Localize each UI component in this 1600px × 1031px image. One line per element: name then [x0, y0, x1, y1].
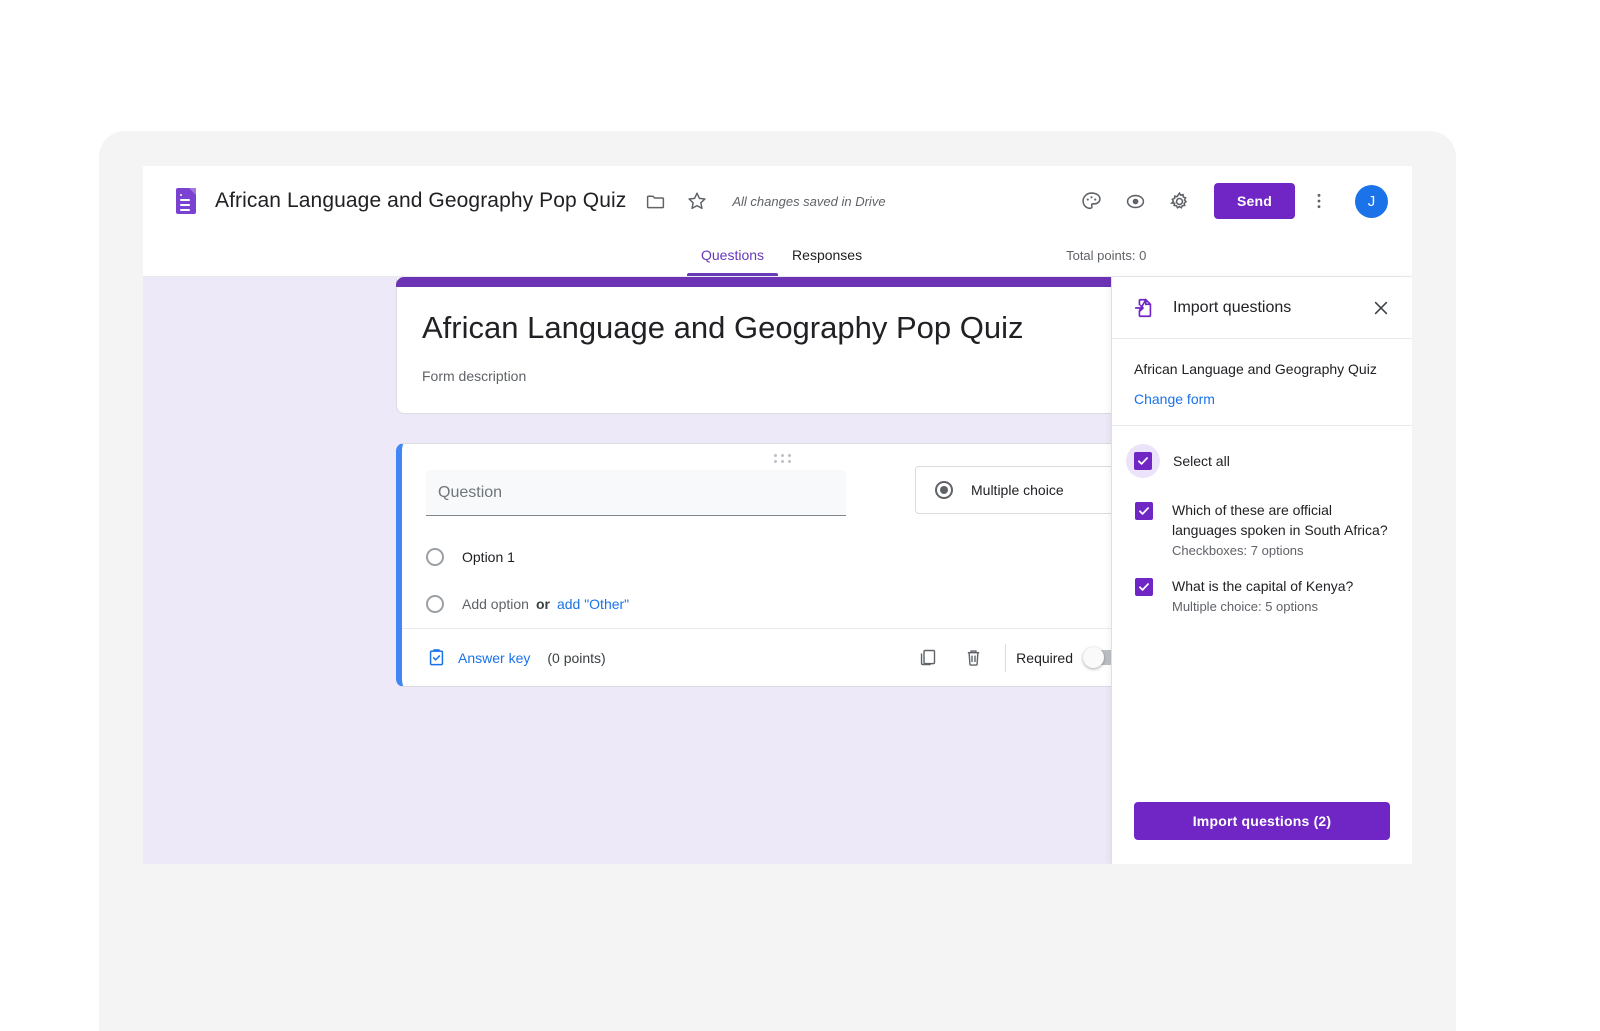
tab-responses[interactable]: Responses [778, 235, 876, 276]
app-header: African Language and Geography Pop Quiz … [143, 166, 1412, 236]
google-forms-icon [176, 188, 196, 214]
points-label: (0 points) [547, 649, 606, 666]
kebab-menu-icon[interactable] [1299, 181, 1339, 221]
add-option-label[interactable]: Add option [462, 596, 529, 612]
answer-key-icon [429, 649, 444, 666]
gear-icon[interactable] [1160, 181, 1200, 221]
select-all-row[interactable]: Select all [1112, 440, 1412, 482]
send-button[interactable]: Send [1213, 183, 1295, 219]
eye-icon[interactable] [1116, 181, 1156, 221]
form-heading[interactable]: African Language and Geography Pop Quiz [422, 310, 1023, 346]
form-description[interactable]: Form description [422, 368, 526, 384]
or-label: or [535, 596, 550, 612]
importable-question-list: Select all Which of these are official l… [1112, 426, 1412, 802]
answer-key-button[interactable]: Answer key [427, 647, 530, 668]
form-title-field[interactable]: African Language and Geography Pop Quiz [215, 189, 626, 213]
question-input[interactable] [426, 470, 846, 516]
question-type-label: Multiple choice [971, 482, 1064, 498]
question-card-footer: Answer key (0 points) Required [402, 628, 1165, 686]
total-points-label: Total points: 0 [1066, 248, 1147, 263]
list-item[interactable]: Which of these are official languages sp… [1112, 492, 1412, 568]
add-other-link[interactable]: add "Other" [557, 596, 629, 612]
select-all-ripple [1126, 444, 1160, 478]
question-title: What is the capital of Kenya? [1172, 578, 1354, 594]
panel-footer: Import questions (2) [1112, 802, 1412, 864]
avatar[interactable]: J [1355, 184, 1388, 218]
duplicate-icon[interactable] [907, 638, 947, 678]
import-questions-button[interactable]: Import questions (2) [1134, 802, 1390, 840]
palette-icon[interactable] [1072, 181, 1112, 221]
panel-title: Import questions [1173, 298, 1292, 316]
theme-accent-bar [396, 277, 1166, 287]
question-title: Which of these are official languages sp… [1172, 502, 1388, 538]
save-status-text: All changes saved in Drive [732, 193, 886, 209]
radio-filled-icon [935, 481, 953, 499]
option-row[interactable]: Option 1 [426, 548, 515, 566]
tab-bar: Questions Responses Total points: 0 [143, 236, 1412, 277]
panel-header: Import questions [1112, 277, 1412, 339]
source-form-section: African Language and Geography Quiz Chan… [1112, 339, 1412, 426]
tab-questions[interactable]: Questions [687, 235, 779, 276]
checkbox-checked-icon[interactable] [1135, 502, 1153, 520]
select-all-label: Select all [1173, 453, 1230, 469]
app-screen: African Language and Geography Pop Quiz … [143, 166, 1412, 864]
list-item[interactable]: What is the capital of Kenya? Multiple c… [1112, 568, 1412, 624]
add-option-row[interactable]: Add option or add "Other" [426, 595, 629, 613]
required-label: Required [1016, 649, 1073, 666]
source-form-name: African Language and Geography Quiz [1134, 361, 1377, 377]
checkbox-checked-icon[interactable] [1134, 452, 1152, 470]
question-subtitle: Multiple choice: 5 options [1172, 599, 1318, 614]
footer-divider [1005, 643, 1007, 672]
checkbox-checked-icon[interactable] [1135, 578, 1153, 596]
folder-icon[interactable] [642, 188, 668, 214]
trash-icon[interactable] [953, 638, 993, 678]
import-file-icon [1134, 297, 1152, 317]
answer-key-label: Answer key [458, 649, 531, 666]
import-questions-panel: Import questions African Language and Ge… [1111, 277, 1412, 864]
radio-outline-icon [426, 548, 444, 566]
radio-outline-icon [426, 595, 444, 613]
question-card[interactable]: Multiple choice Option 1 Add option or a… [396, 443, 1166, 687]
drag-handle-icon[interactable] [773, 454, 794, 464]
question-subtitle: Checkboxes: 7 options [1172, 543, 1304, 558]
form-title-card: African Language and Geography Pop Quiz … [396, 277, 1166, 414]
option-label[interactable]: Option 1 [462, 549, 515, 565]
star-icon[interactable] [684, 188, 710, 214]
close-icon[interactable] [1368, 295, 1394, 321]
change-form-link[interactable]: Change form [1134, 391, 1215, 407]
